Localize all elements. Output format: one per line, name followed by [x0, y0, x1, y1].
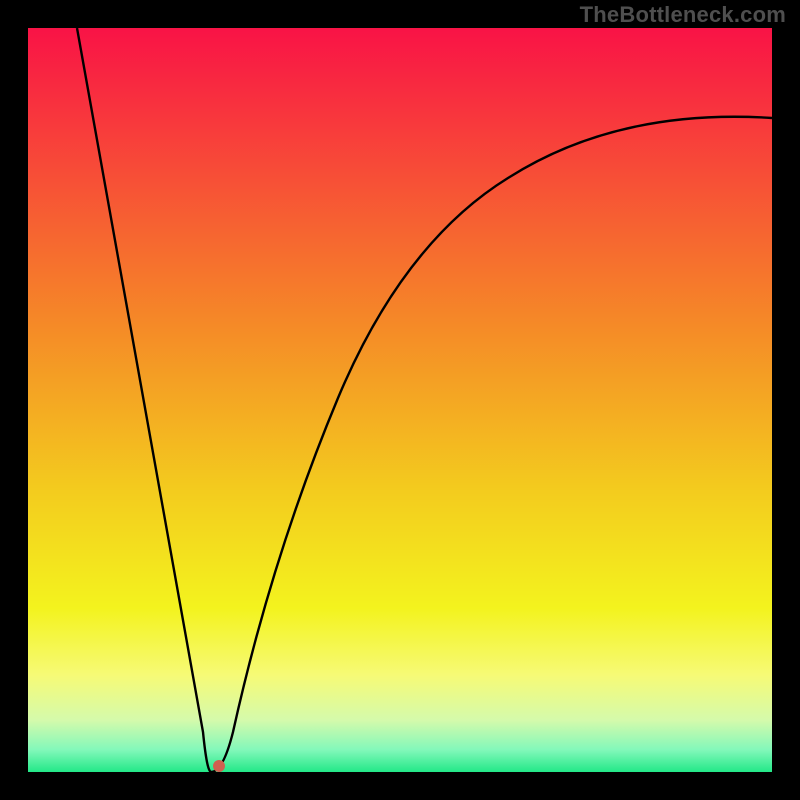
watermark-text: TheBottleneck.com [580, 2, 786, 28]
chart-frame: TheBottleneck.com [0, 0, 800, 800]
curve-layer [28, 28, 772, 772]
bottleneck-curve [77, 28, 772, 772]
marker-dot [213, 760, 225, 772]
plot-area [28, 28, 772, 772]
